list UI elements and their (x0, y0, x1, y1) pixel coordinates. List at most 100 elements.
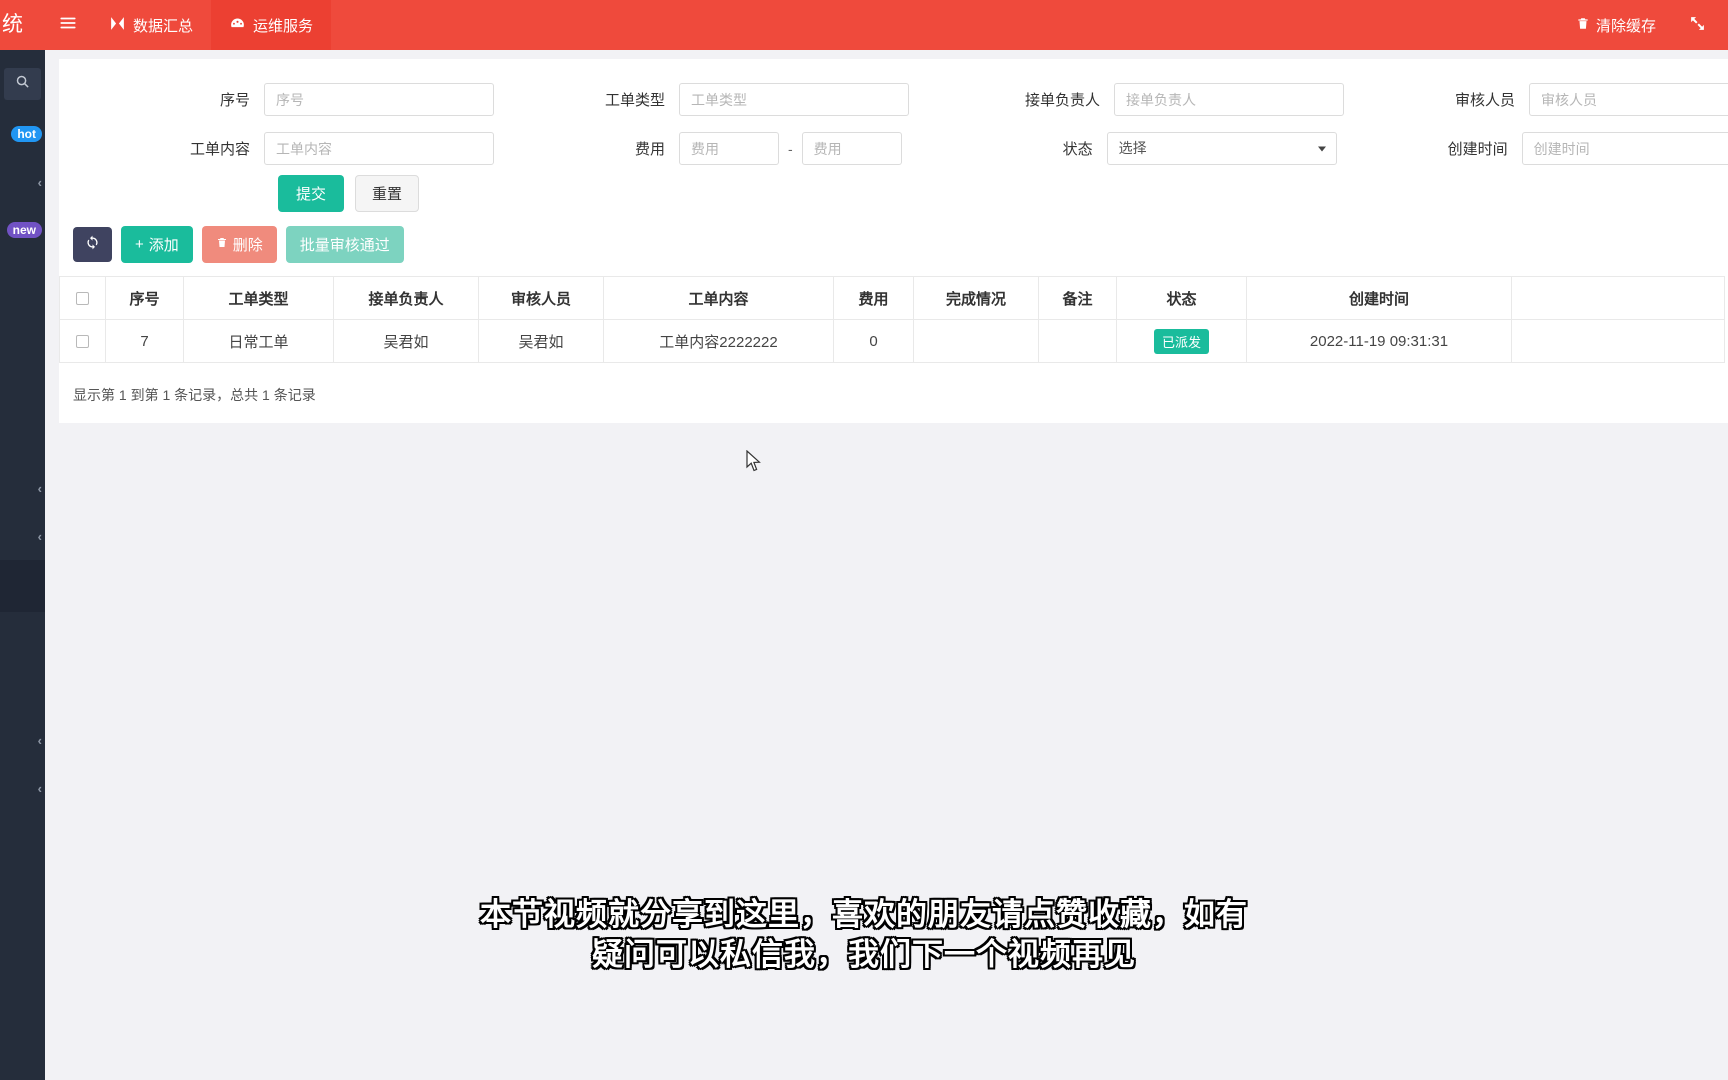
search-form-buttons: 提交 重置 (59, 175, 1728, 212)
sidebar-item-9[interactable]: ‹ (0, 716, 45, 764)
fee-range-separator: - (788, 140, 793, 157)
th-reviewer[interactable]: 审核人员 (478, 276, 604, 320)
chevron-left-icon: ‹ (37, 528, 42, 544)
th-created-at[interactable]: 创建时间 (1246, 276, 1512, 320)
th-fee[interactable]: 费用 (833, 276, 914, 320)
td-order-content: 工单内容2222222 (603, 319, 834, 363)
th-order-content[interactable]: 工单内容 (603, 276, 834, 320)
serial-no-input[interactable] (264, 83, 494, 116)
field-serial-no: 序号 (59, 83, 494, 116)
reviewer-input[interactable] (1529, 83, 1728, 116)
td-fee: 0 (833, 319, 914, 363)
th-select-all (59, 276, 106, 320)
th-completion[interactable]: 完成情况 (913, 276, 1039, 320)
created-at-input[interactable] (1521, 132, 1728, 165)
field-label: 状态 (1062, 141, 1093, 158)
sidebar-item-8[interactable] (0, 612, 45, 716)
add-button-label: 添加 (148, 237, 179, 254)
field-created-at: 创建时间 (1422, 132, 1728, 165)
add-button[interactable]: + 添加 (121, 226, 193, 263)
field-label: 审核人员 (1454, 92, 1515, 109)
trash-icon (216, 236, 228, 253)
fee-max-input[interactable] (801, 132, 902, 165)
sidebar-item-7-active[interactable] (0, 560, 45, 612)
field-label: 序号 (219, 92, 250, 109)
delete-button-label: 删除 (232, 237, 263, 254)
row-checkbox[interactable] (76, 335, 89, 349)
status-badge: 已派发 (1153, 328, 1209, 354)
sidebar-item-5[interactable]: ‹ (0, 464, 45, 512)
fullscreen-button[interactable] (1689, 15, 1706, 36)
field-reviewer: 审核人员 (1429, 83, 1728, 116)
sidebar-search-box[interactable] (4, 68, 41, 100)
header-actions: 清除缓存 (1576, 0, 1728, 50)
td-created-at: 2022-11-19 09:31:31 (1246, 319, 1512, 363)
chevron-left-icon: ‹ (37, 174, 42, 190)
field-label: 费用 (634, 141, 665, 158)
refresh-button[interactable] (73, 227, 112, 262)
orders-table-wrapper: 序号 工单类型 接单负责人 审核人员 工单内容 费用 完成情况 备注 状态 创建… (59, 276, 1728, 363)
order-content-input[interactable] (264, 132, 494, 165)
status-select-value: 选择 (1106, 132, 1337, 165)
th-status[interactable]: 状态 (1116, 276, 1247, 320)
clear-cache-label: 清除缓存 (1595, 17, 1656, 35)
field-label: 创建时间 (1447, 141, 1508, 158)
td-completion (913, 319, 1039, 363)
sidebar-item-4[interactable] (0, 254, 45, 464)
trash-icon (1576, 16, 1590, 35)
plus-icon: + (135, 236, 144, 253)
fullscreen-icon (1689, 15, 1706, 36)
content-area: 序号 工单类型 接单负责人 审核人员 (45, 50, 1728, 1080)
th-actions (1511, 276, 1725, 320)
table-row[interactable]: 7 日常工单 吴君如 吴君如 工单内容2222222 0 已派发 2022-11 (59, 319, 1725, 363)
td-reviewer: 吴君如 (478, 319, 604, 363)
tab-label: 数据汇总 (133, 17, 194, 35)
header-spacer (331, 0, 1576, 50)
field-fee-range: 费用 - (579, 132, 902, 165)
field-status: 状态 选择 (987, 132, 1337, 165)
search-form-row-1: 序号 工单类型 接单负责人 审核人员 (59, 75, 1728, 124)
td-serial-no: 7 (105, 319, 184, 363)
sidebar-badge-hot: hot (11, 126, 42, 142)
menu-toggle-button[interactable] (45, 0, 91, 50)
delete-button[interactable]: 删除 (201, 226, 277, 263)
brand-title: 统 (0, 0, 45, 50)
submit-button[interactable]: 提交 (278, 175, 345, 212)
field-label: 接单负责人 (1024, 92, 1100, 109)
tab-label: 运维服务 (253, 17, 314, 35)
tab-ops-service[interactable]: 运维服务 (211, 0, 332, 50)
td-actions[interactable] (1511, 319, 1725, 363)
batch-approve-button[interactable]: 批量审核通过 (285, 226, 404, 263)
clear-cache-button[interactable]: 清除缓存 (1576, 15, 1656, 36)
td-order-type: 日常工单 (183, 319, 334, 363)
th-order-type[interactable]: 工单类型 (183, 276, 334, 320)
sidebar-item-1[interactable]: hot (0, 110, 45, 158)
fee-min-input[interactable] (679, 132, 779, 165)
th-owner[interactable]: 接单负责人 (333, 276, 479, 320)
select-all-checkbox[interactable] (76, 292, 89, 306)
owner-input[interactable] (1114, 83, 1344, 116)
table-header-row: 序号 工单类型 接单负责人 审核人员 工单内容 费用 完成情况 备注 状态 创建… (59, 276, 1725, 320)
gauge-icon (229, 15, 246, 36)
main-panel: 序号 工单类型 接单负责人 审核人员 (59, 59, 1728, 423)
reset-button[interactable]: 重置 (355, 175, 420, 212)
sidebar-badge-new: new (6, 222, 42, 238)
sidebar-item-10[interactable]: ‹ (0, 764, 45, 812)
field-order-type: 工单类型 (579, 83, 909, 116)
search-form: 序号 工单类型 接单负责人 审核人员 (59, 75, 1728, 212)
sidebar-item-6[interactable]: ‹ (0, 512, 45, 560)
td-row-select (59, 319, 106, 363)
pagination-info: 显示第 1 到第 1 条记录，总共 1 条记录 (73, 387, 316, 403)
sidebar-item-2[interactable]: ‹ (0, 158, 45, 206)
field-owner: 接单负责人 (994, 83, 1344, 116)
th-remark[interactable]: 备注 (1038, 276, 1117, 320)
field-label: 工单类型 (604, 92, 665, 109)
tab-data-summary[interactable]: 数据汇总 (91, 0, 211, 50)
field-order-content: 工单内容 (59, 132, 494, 165)
th-serial-no[interactable]: 序号 (105, 276, 184, 320)
chevron-left-icon: ‹ (37, 480, 42, 496)
status-select[interactable]: 选择 (1106, 132, 1337, 165)
td-owner: 吴君如 (333, 319, 479, 363)
order-type-input[interactable] (679, 83, 909, 116)
sidebar-item-3[interactable]: new (0, 206, 45, 254)
